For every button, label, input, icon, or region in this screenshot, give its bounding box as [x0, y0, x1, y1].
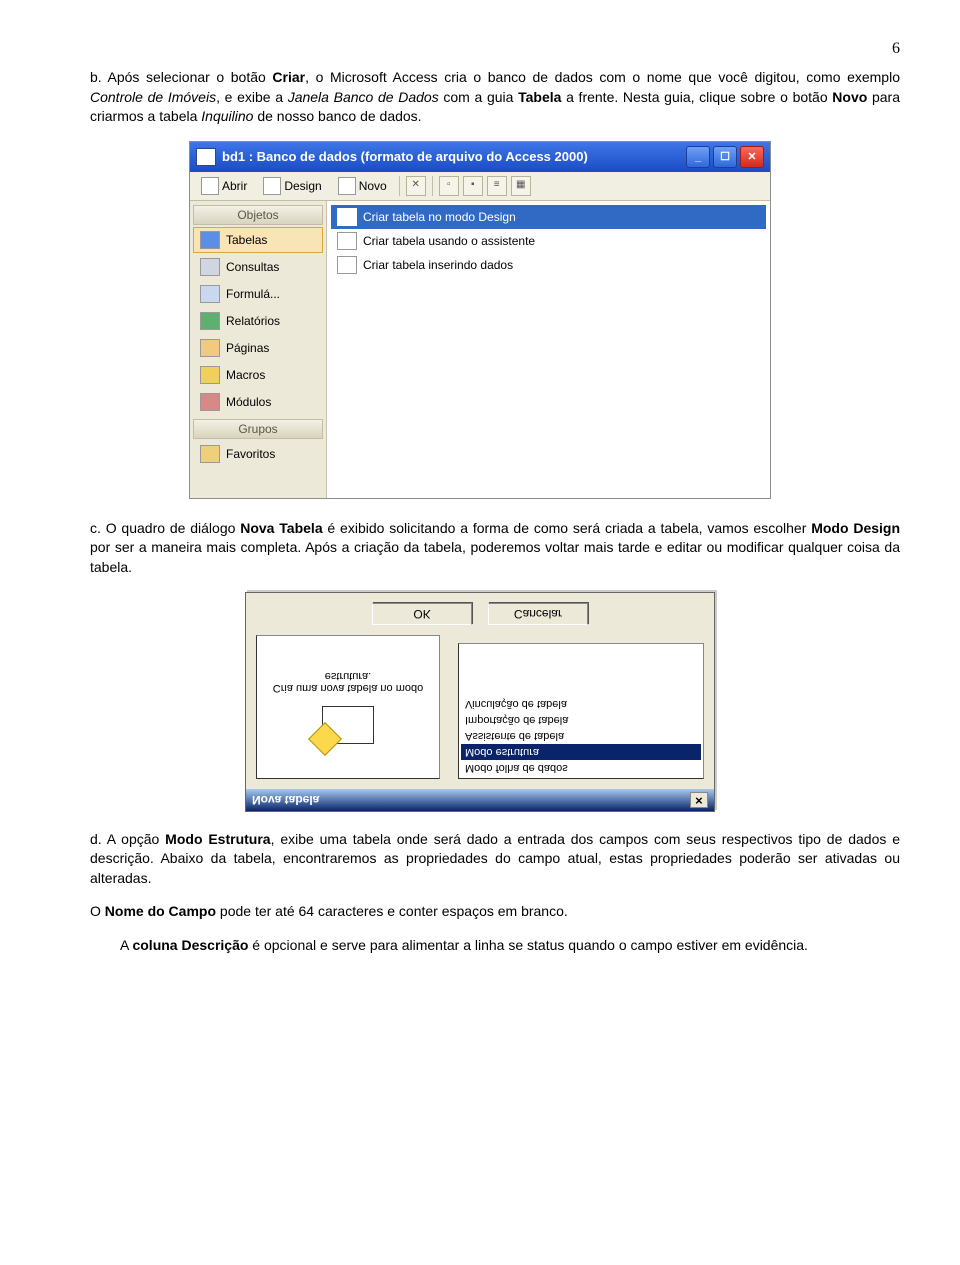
- item-letter: d.: [90, 831, 102, 847]
- separator: [399, 176, 400, 196]
- macros-icon: [200, 366, 220, 384]
- close-button[interactable]: ✕: [740, 146, 764, 168]
- dialog-title: Nova tabela: [252, 793, 319, 807]
- dialog-titlebar: Nova tabela ✕: [246, 789, 714, 811]
- dialog-preview-panel: Cria uma nova tabela no modo estrutura.: [256, 635, 440, 779]
- paragraph-c: c. O quadro de diálogo Nova Tabela é exi…: [60, 519, 900, 578]
- side-panel: Objetos Tabelas Consultas Formulá... Rel…: [190, 201, 327, 498]
- view-list-icon[interactable]: ≡: [487, 176, 507, 196]
- design-button[interactable]: Design: [256, 174, 328, 198]
- window-titlebar: bd1 : Banco de dados (formato de arquivo…: [190, 142, 770, 172]
- side-header-objetos: Objetos: [193, 205, 323, 225]
- list-item-assistente[interactable]: Criar tabela usando o assistente: [331, 229, 766, 253]
- window-title: bd1 : Banco de dados (formato de arquivo…: [222, 149, 588, 164]
- queries-icon: [200, 258, 220, 276]
- open-icon: [201, 177, 219, 195]
- favorites-icon: [200, 445, 220, 463]
- sidebar-item-paginas[interactable]: Páginas: [193, 335, 323, 361]
- sidebar-item-formula[interactable]: Formulá...: [193, 281, 323, 307]
- sidebar-item-relatorios[interactable]: Relatórios: [193, 308, 323, 334]
- dialog-buttons: OK Cancelar: [256, 603, 704, 625]
- paragraph-b: b. Após selecionar o botão Criar, o Micr…: [60, 68, 900, 127]
- main-list: Criar tabela no modo Design Criar tabela…: [327, 201, 770, 498]
- novo-button[interactable]: Novo: [331, 174, 394, 198]
- list-item-inserindo[interactable]: Criar tabela inserindo dados: [331, 253, 766, 277]
- delete-icon[interactable]: ✕: [406, 176, 426, 196]
- list-item-design[interactable]: Criar tabela no modo Design: [331, 205, 766, 229]
- new-icon: [338, 177, 356, 195]
- structure-icon: [322, 706, 374, 744]
- maximize-button[interactable]: ☐: [713, 146, 737, 168]
- sidebar-item-tabelas[interactable]: Tabelas: [193, 227, 323, 253]
- option-assistente[interactable]: Assistente de tabela: [461, 728, 701, 744]
- option-vinculacao[interactable]: Vinculação de tabela: [461, 696, 701, 712]
- pages-icon: [200, 339, 220, 357]
- cancel-button[interactable]: Cancelar: [488, 603, 588, 625]
- separator: [432, 176, 433, 196]
- sidebar-item-favoritos[interactable]: Favoritos: [193, 441, 323, 467]
- wizard-icon: [337, 256, 357, 274]
- sidebar-item-macros[interactable]: Macros: [193, 362, 323, 388]
- nova-tabela-dialog: Nova tabela ✕ Cria uma nova tabela no mo…: [245, 592, 715, 812]
- option-importacao[interactable]: Importação de tabela: [461, 712, 701, 728]
- sidebar-item-modulos[interactable]: Módulos: [193, 389, 323, 415]
- nova-tabela-dialog-flipped: Nova tabela ✕ Cria uma nova tabela no mo…: [245, 592, 715, 812]
- dialog-description: Cria uma nova tabela no modo estrutura.: [263, 670, 433, 694]
- dialog-close-button[interactable]: ✕: [690, 792, 708, 808]
- reports-icon: [200, 312, 220, 330]
- option-modo-estrutura[interactable]: Modo estrutura: [461, 744, 701, 760]
- item-letter: b.: [90, 69, 102, 85]
- db-toolbar: Abrir Design Novo ✕ ▫ ▪ ≡ ▦: [190, 172, 770, 201]
- wizard-icon: [337, 208, 357, 226]
- db-body: Objetos Tabelas Consultas Formulá... Rel…: [190, 201, 770, 498]
- dialog-body: Cria uma nova tabela no modo estrutura. …: [246, 593, 714, 789]
- dialog-options-list[interactable]: Modo folha de dados Modo estrutura Assis…: [458, 643, 704, 779]
- abrir-button[interactable]: Abrir: [194, 174, 254, 198]
- view-small-icon[interactable]: ▪: [463, 176, 483, 196]
- paragraph-d: d. A opção Modo Estrutura, exibe uma tab…: [60, 830, 900, 889]
- view-details-icon[interactable]: ▦: [511, 176, 531, 196]
- modules-icon: [200, 393, 220, 411]
- design-icon: [263, 177, 281, 195]
- access-db-window: bd1 : Banco de dados (formato de arquivo…: [189, 141, 771, 499]
- minimize-button[interactable]: _: [686, 146, 710, 168]
- window-controls: _ ☐ ✕: [683, 146, 764, 168]
- side-header-grupos: Grupos: [193, 419, 323, 439]
- tables-icon: [200, 231, 220, 249]
- sidebar-item-consultas[interactable]: Consultas: [193, 254, 323, 280]
- view-large-icon[interactable]: ▫: [439, 176, 459, 196]
- wizard-icon: [337, 232, 357, 250]
- paragraph-d2: O Nome do Campo pode ter até 64 caracter…: [60, 902, 900, 922]
- forms-icon: [200, 285, 220, 303]
- page-number: 6: [60, 40, 900, 58]
- item-letter: c.: [90, 520, 101, 536]
- paragraph-d3: A coluna Descrição é opcional e serve pa…: [90, 936, 900, 956]
- ok-button[interactable]: OK: [372, 603, 472, 625]
- access-icon: [196, 148, 216, 166]
- option-folha-dados[interactable]: Modo folha de dados: [461, 760, 701, 776]
